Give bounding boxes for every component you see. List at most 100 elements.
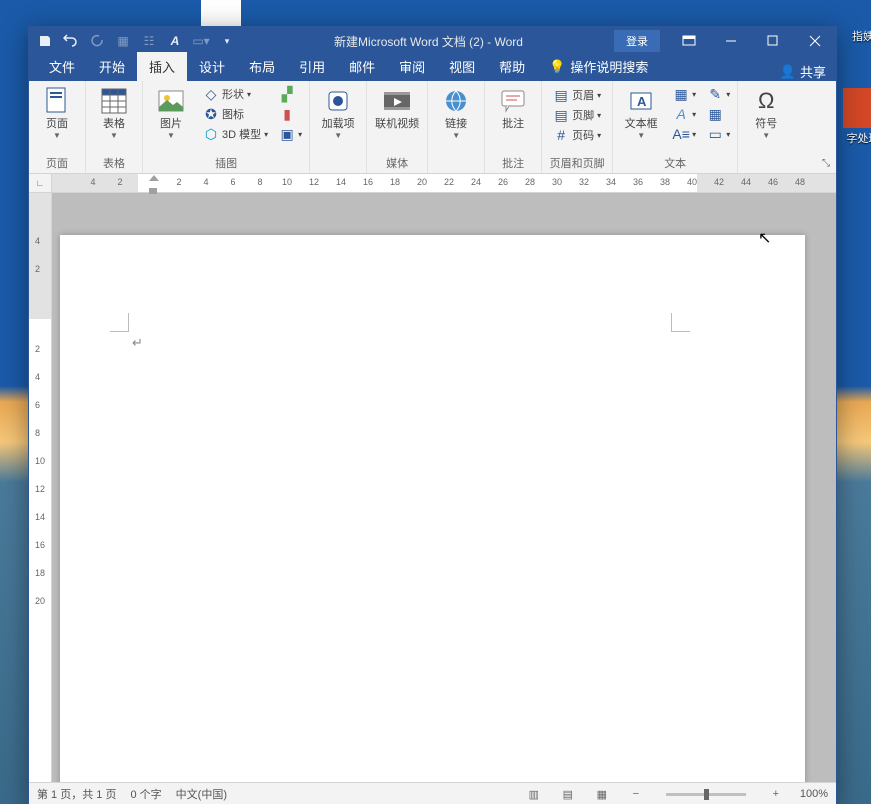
paragraph-mark-icon: ↵ [132, 335, 143, 351]
undo-icon[interactable] [59, 29, 83, 53]
smartart-button[interactable]: ▞ [276, 85, 305, 103]
ribbon-tabs: 文件 开始 插入 设计 布局 引用 邮件 审阅 视图 帮助 💡 操作说明搜索 👤… [29, 55, 836, 81]
qat-customize-icon[interactable]: ▾ [215, 29, 239, 53]
web-layout-icon[interactable]: ▦ [592, 786, 612, 802]
ribbon: 页面 ▼ 页面 表格 ▼ 表格 [29, 81, 836, 174]
save-icon[interactable] [33, 29, 57, 53]
tab-design[interactable]: 设计 [187, 52, 237, 81]
zoom-level[interactable]: 100% [800, 788, 828, 800]
ruler-horizontal[interactable]: 4224681012141618202224262830323436384042… [52, 174, 836, 192]
ribbon-display-icon[interactable] [668, 27, 710, 55]
page-icon [41, 85, 73, 117]
qat-btn[interactable]: ▭▾ [189, 29, 213, 53]
zoom-out-button[interactable]: − [626, 786, 646, 802]
quickparts-button[interactable]: ▦▾ [670, 85, 699, 103]
footer-button[interactable]: ▤页脚 ▾ [550, 106, 604, 124]
collapse-ribbon-icon[interactable]: ⤡ [822, 158, 830, 169]
comment-icon [497, 85, 529, 117]
group-addins: 加载项 ▼ [310, 81, 367, 173]
tab-references[interactable]: 引用 [287, 52, 337, 81]
group-label: 插图 [145, 153, 307, 173]
link-icon [440, 85, 472, 117]
document-page[interactable]: ↵ [60, 235, 805, 782]
dropcap-icon: A≡ [673, 126, 689, 142]
tell-me[interactable]: 💡 操作说明搜索 [537, 52, 660, 81]
group-comments: 批注 批注 [485, 81, 542, 173]
redo-icon[interactable] [85, 29, 109, 53]
tab-home[interactable]: 开始 [87, 52, 137, 81]
group-tables: 表格 ▼ 表格 [86, 81, 143, 173]
dropcap-button[interactable]: A≡▾ [670, 125, 699, 143]
comment-label: 批注 [502, 118, 524, 130]
status-language[interactable]: 中文(中国) [176, 786, 227, 802]
tab-review[interactable]: 审阅 [387, 52, 437, 81]
3dmodel-button[interactable]: ⬡3D 模型 ▾ [200, 125, 271, 143]
quick-access-toolbar: ▦ ☷ A ▭▾ ▾ [29, 29, 243, 53]
close-button[interactable] [794, 27, 836, 55]
group-text: A 文本框 ▼ ▦▾ A▾ A≡▾ ✎▾ ▦ ▭▾ 文本 [613, 81, 738, 173]
shapes-button[interactable]: ◇形状 ▾ [200, 85, 271, 103]
signature-button[interactable]: ✎▾ [704, 85, 733, 103]
chevron-down-icon: ▼ [110, 131, 118, 140]
tab-help[interactable]: 帮助 [487, 52, 537, 81]
qat-btn[interactable]: ☷ [137, 29, 161, 53]
indent-marker-icon[interactable] [149, 170, 159, 181]
datetime-button[interactable]: ▦ [704, 105, 733, 123]
pagenumber-button[interactable]: #页码 ▾ [550, 126, 604, 144]
tab-file[interactable]: 文件 [37, 52, 87, 81]
login-button[interactable]: 登录 [614, 30, 660, 52]
qat-btn[interactable]: A [163, 29, 187, 53]
group-links: 链接 ▼ [428, 81, 485, 173]
online-video-button[interactable]: 联机视频 [369, 83, 425, 132]
addins-icon [322, 85, 354, 117]
cube-icon: ⬡ [203, 126, 219, 142]
qat-btn[interactable]: ▦ [111, 29, 135, 53]
desktop-icon[interactable]: 字处理 [838, 130, 871, 146]
maximize-button[interactable] [752, 27, 794, 55]
wordart-button[interactable]: A▾ [670, 105, 699, 123]
tab-mailings[interactable]: 邮件 [337, 52, 387, 81]
zoom-in-button[interactable]: + [766, 786, 786, 802]
object-button[interactable]: ▭▾ [704, 125, 733, 143]
comment-button[interactable]: 批注 [487, 83, 539, 132]
symbol-button[interactable]: Ω 符号 ▼ [740, 83, 792, 142]
chevron-down-icon: ▼ [167, 131, 175, 140]
chart-button[interactable]: ▮ [276, 105, 305, 123]
screenshot-button[interactable]: ▣▾ [276, 125, 305, 143]
group-headerfooter: ▤页眉 ▾ ▤页脚 ▾ #页码 ▾ 页眉和页脚 [542, 81, 613, 173]
addins-button[interactable]: 加载项 ▼ [312, 83, 364, 142]
icons-button[interactable]: ✪图标 [200, 105, 271, 123]
slider-thumb[interactable] [704, 789, 709, 800]
tab-view[interactable]: 视图 [437, 52, 487, 81]
zoom-slider[interactable] [666, 793, 746, 796]
desktop-icon[interactable] [838, 88, 871, 130]
desktop-icon-label: 指姨 [852, 31, 871, 43]
signature-icon: ✎ [707, 86, 723, 102]
header-button[interactable]: ▤页眉 ▾ [550, 86, 604, 104]
tab-selector[interactable]: ∟ [29, 174, 52, 192]
header-icon: ▤ [553, 87, 569, 103]
pictures-button[interactable]: 图片 ▼ [145, 83, 197, 142]
tab-insert[interactable]: 插入 [137, 52, 187, 81]
share-button[interactable]: 👤 共享 [780, 62, 826, 81]
desktop-icon[interactable]: 指姨 [838, 28, 871, 44]
chevron-down-icon: ▼ [762, 131, 770, 140]
group-label: 页眉和页脚 [544, 153, 610, 173]
print-layout-icon[interactable]: ▤ [558, 786, 578, 802]
pages-button[interactable]: 页面 ▼ [31, 83, 83, 142]
tab-layout[interactable]: 布局 [237, 52, 287, 81]
textbox-icon: A [625, 85, 657, 117]
ruler-vertical[interactable]: 422468101214161820 [29, 193, 52, 782]
tell-me-label: 操作说明搜索 [570, 57, 648, 76]
links-button[interactable]: 链接 ▼ [430, 83, 482, 142]
status-page[interactable]: 第 1 页，共 1 页 [37, 786, 116, 802]
video-icon [381, 85, 413, 117]
textbox-button[interactable]: A 文本框 ▼ [615, 83, 667, 142]
status-words[interactable]: 0 个字 [130, 786, 161, 802]
minimize-button[interactable] [710, 27, 752, 55]
group-label: 批注 [487, 153, 539, 173]
read-mode-icon[interactable]: ▥ [524, 786, 544, 802]
page-area[interactable]: ↵ [52, 193, 836, 782]
date-icon: ▦ [707, 106, 723, 122]
table-button[interactable]: 表格 ▼ [88, 83, 140, 142]
